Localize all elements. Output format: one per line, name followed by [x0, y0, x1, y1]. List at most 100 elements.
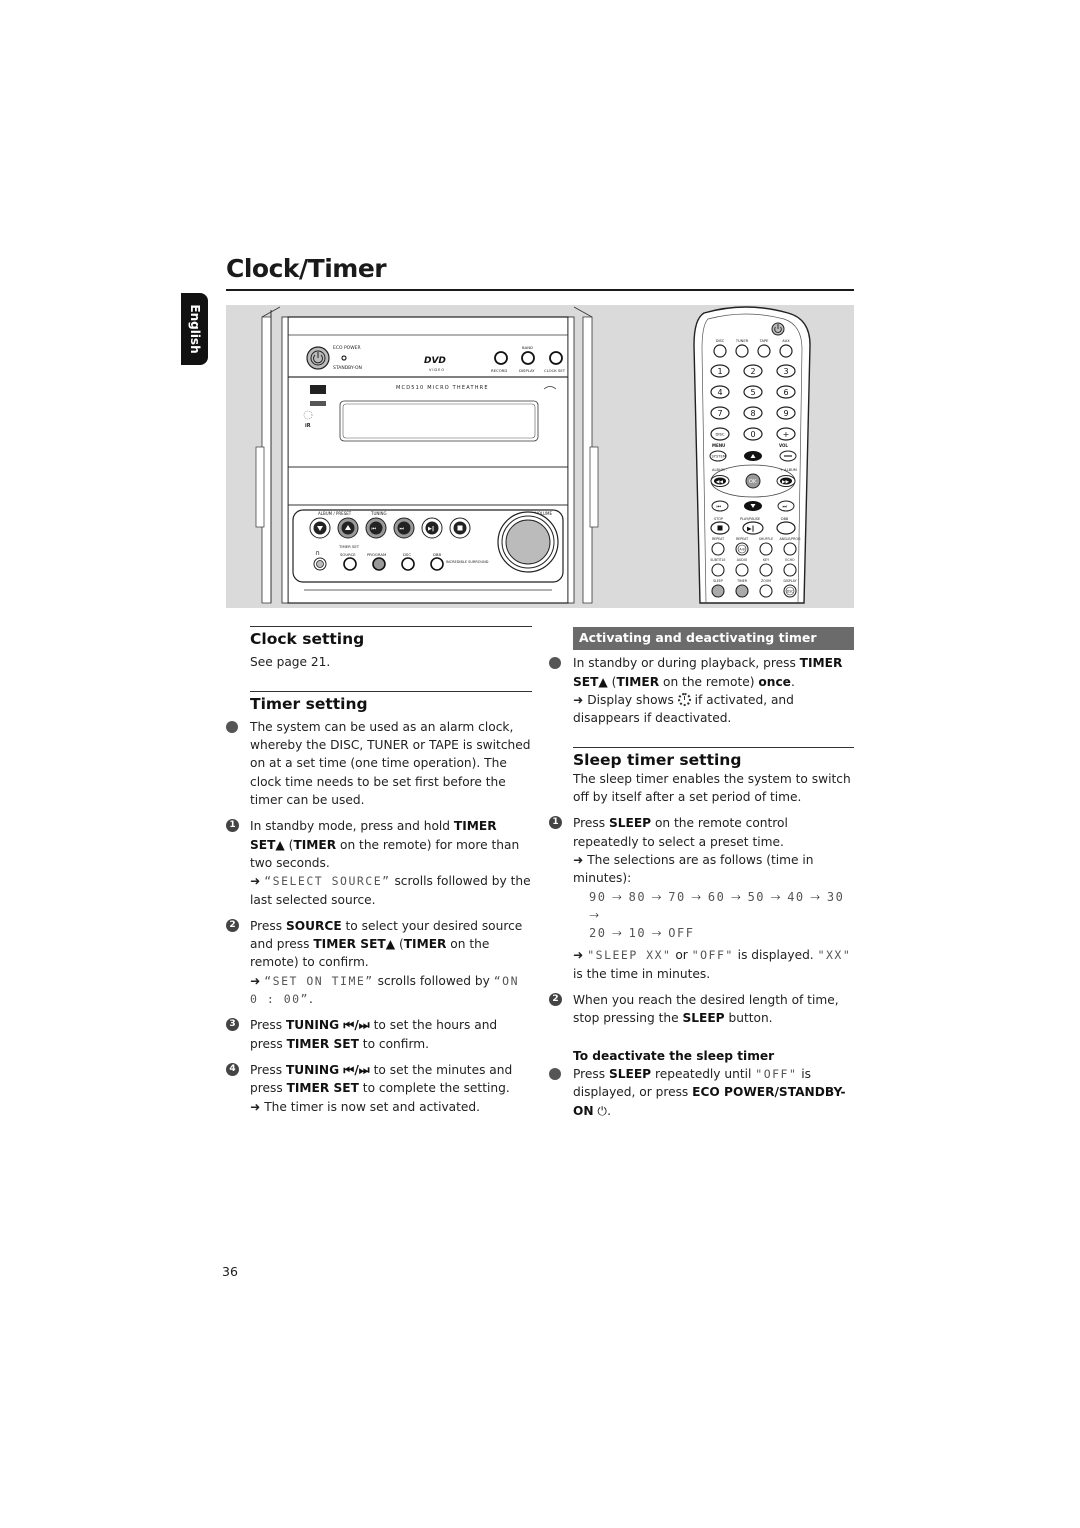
stop-button[interactable] — [449, 517, 471, 539]
remote-power-button[interactable] — [771, 322, 785, 336]
dbb-button[interactable] — [430, 557, 444, 571]
timer-step-3: 3 Press TUNING ⏮/⏭ to set the hours and … — [226, 1016, 532, 1053]
remote-vol-down-button[interactable] — [779, 450, 797, 462]
tuning-prev-button[interactable]: ⏮ — [365, 517, 387, 539]
remote-rewind-button[interactable]: ◀◀ — [710, 475, 730, 487]
remote-key-0[interactable]: 0 — [743, 427, 763, 441]
step-number-icon: 1 — [226, 819, 239, 833]
lcd-text: "OFF" — [691, 948, 734, 963]
arrow-icon: ➜ — [250, 973, 261, 988]
arrow-icon: → — [646, 926, 669, 941]
remote-key-6[interactable]: 6 — [776, 385, 796, 399]
standby-on-label: STANDBY-ON — [333, 365, 362, 371]
remote-ok-button[interactable]: OK — [745, 473, 761, 489]
svg-text:SYSTEM: SYSTEM — [712, 455, 726, 459]
remote-up-button[interactable] — [744, 451, 762, 461]
dbb-label: DBB — [433, 552, 442, 557]
program-button[interactable] — [372, 557, 386, 571]
dsc-button[interactable] — [401, 557, 415, 571]
timer-intro: The system can be used as an alarm clock… — [226, 718, 532, 809]
remote-play-pause-button[interactable]: ▶‖ — [742, 521, 764, 535]
sleep-timer-title: Sleep timer setting — [573, 751, 742, 770]
remote-disc-button[interactable]: DISC — [713, 339, 727, 358]
language-tab: English — [181, 293, 208, 365]
remote-down-button[interactable] — [744, 501, 762, 511]
remote-display-button[interactable]: DISPLAY DSC — [783, 579, 797, 598]
tuning-next-button[interactable]: ⏭ — [393, 517, 415, 539]
arrow-icon: → — [765, 889, 788, 904]
key-timer-set: TIMER SET — [286, 1036, 359, 1051]
key-tuning: TUNING ⏮/⏭ — [285, 1018, 370, 1033]
timer-set-up-button[interactable] — [337, 517, 359, 539]
remote-repeat-button[interactable]: REPEAT A-B — [735, 537, 749, 556]
remote-key-8[interactable]: 8 — [743, 406, 763, 420]
sleep-option: 10 — [628, 926, 647, 941]
preset-down-button[interactable] — [309, 517, 331, 539]
remote-timer-button[interactable]: TIMER — [735, 579, 749, 598]
remote-key-plus[interactable]: + — [776, 427, 796, 441]
record-button[interactable] — [494, 351, 508, 365]
timer-set-label: TIMER SET — [338, 544, 360, 549]
remote-key-9[interactable]: 9 — [776, 406, 796, 420]
title-rule — [226, 289, 854, 291]
remote-tuner-button[interactable]: TUNER — [735, 339, 749, 358]
clock-set-label: CLOCK SET — [544, 368, 566, 373]
lcd-text: "SLEEP XX" — [587, 948, 672, 963]
svg-text:3: 3 — [783, 367, 788, 376]
display-band-button[interactable] — [521, 351, 535, 365]
svg-text:ZOOM: ZOOM — [761, 579, 771, 583]
key-timer-set: TIMER SET — [286, 1081, 359, 1096]
svg-text:⏭: ⏭ — [400, 526, 405, 532]
timer-step-1: 1 In standby mode, press and hold TIMER … — [226, 817, 532, 908]
sleep-sequence: 90 → 80 → 70 → 60 → 50 → 40 → 30 → 20 → … — [573, 888, 854, 943]
remote-system-button[interactable]: SYSTEM — [709, 450, 727, 462]
standby-led — [341, 355, 347, 361]
remote-sleep-button[interactable]: SLEEP — [711, 579, 725, 598]
volume-knob[interactable] — [497, 511, 559, 573]
remote-stop-button[interactable] — [710, 521, 730, 535]
remote-subtitle-button[interactable]: SUBTITLE — [710, 558, 726, 577]
remote-key-disc[interactable]: DISC — [710, 427, 730, 441]
remote-key-7[interactable]: 7 — [710, 406, 730, 420]
arrow-icon: → — [725, 889, 748, 904]
arrow-icon: ➜ — [250, 874, 261, 889]
svg-text:9: 9 — [783, 409, 788, 418]
timer-intro-text: The system can be used as an alarm clock… — [250, 719, 531, 808]
svg-text:⏮: ⏮ — [372, 526, 377, 532]
clock-set-button[interactable] — [549, 351, 563, 365]
remote-key-1[interactable]: 1 — [710, 364, 730, 378]
remote-zoom-button[interactable]: ZOOM — [759, 579, 773, 598]
remote-dbb-button[interactable] — [776, 521, 796, 535]
play-pause-button[interactable]: ▶‖ — [421, 517, 443, 539]
activating-banner: Activating and deactivating timer — [573, 627, 854, 651]
remote-tape-button[interactable]: TAPE — [757, 339, 771, 358]
eco-power-button[interactable] — [306, 346, 330, 370]
source-button[interactable] — [343, 557, 357, 571]
timer-step-2: 2 Press SOURCE to select your desired so… — [226, 917, 532, 1008]
svg-text:REPEAT: REPEAT — [712, 537, 724, 541]
remote-key-4[interactable]: 4 — [710, 385, 730, 399]
remote-key-3[interactable]: 3 — [776, 364, 796, 378]
remote-forward-button[interactable]: ▶▶ — [776, 475, 796, 487]
remote-key-2[interactable]: 2 — [743, 364, 763, 378]
arrow-icon: → — [646, 889, 669, 904]
key-timer: TIMER — [403, 937, 447, 952]
remote-shuffle-button[interactable]: SHUFFLE — [759, 537, 773, 556]
arrow-icon: → — [804, 889, 827, 904]
remote-play-pause-label: PLAY/PAUSE — [740, 517, 760, 521]
page-title: Clock/Timer — [226, 254, 387, 283]
svg-text:SHUFFLE: SHUFFLE — [759, 537, 773, 541]
eco-power-label: ECO POWER — [333, 345, 361, 351]
remote-audio-button[interactable]: AUDIO — [735, 558, 749, 577]
svg-text:A-B: A-B — [739, 547, 744, 551]
display-label: DISPLAY — [519, 368, 535, 373]
remote-echo-button[interactable]: ECHO — [783, 558, 797, 577]
svg-text:DISC: DISC — [715, 432, 724, 437]
remote-prev-button[interactable]: ⏮ — [711, 500, 729, 512]
remote-key-5[interactable]: 5 — [743, 385, 763, 399]
svg-text:DSC: DSC — [787, 589, 794, 593]
remote-repeat-button[interactable]: REPEAT — [711, 537, 725, 556]
album-preset-label: ALBUM / PRESET — [318, 511, 352, 516]
clock-setting-rule — [250, 626, 532, 627]
remote-next-button[interactable]: ⏭ — [777, 500, 795, 512]
